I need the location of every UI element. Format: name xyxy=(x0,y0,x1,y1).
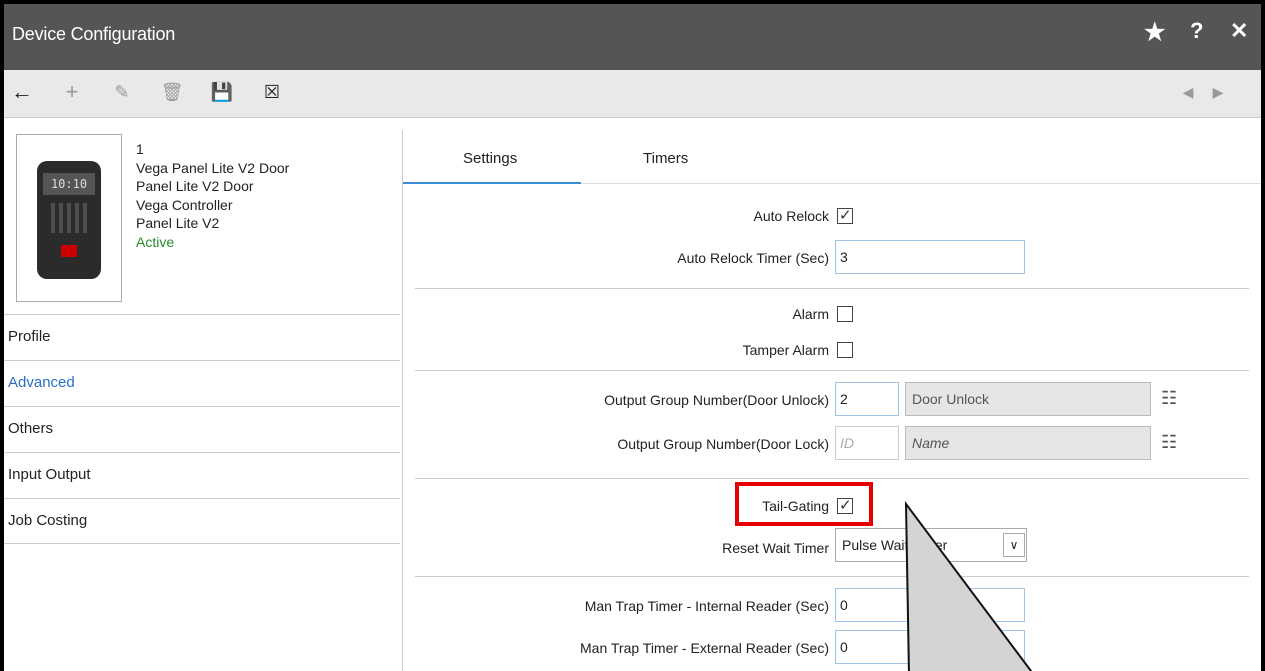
device-configuration-window: Device Configuration ★ ? ✕ ← + ✎ 🗑 💾 ☒ ◀… xyxy=(0,0,1265,671)
callout-pointer xyxy=(904,500,1033,671)
callout-shape xyxy=(904,500,1033,671)
